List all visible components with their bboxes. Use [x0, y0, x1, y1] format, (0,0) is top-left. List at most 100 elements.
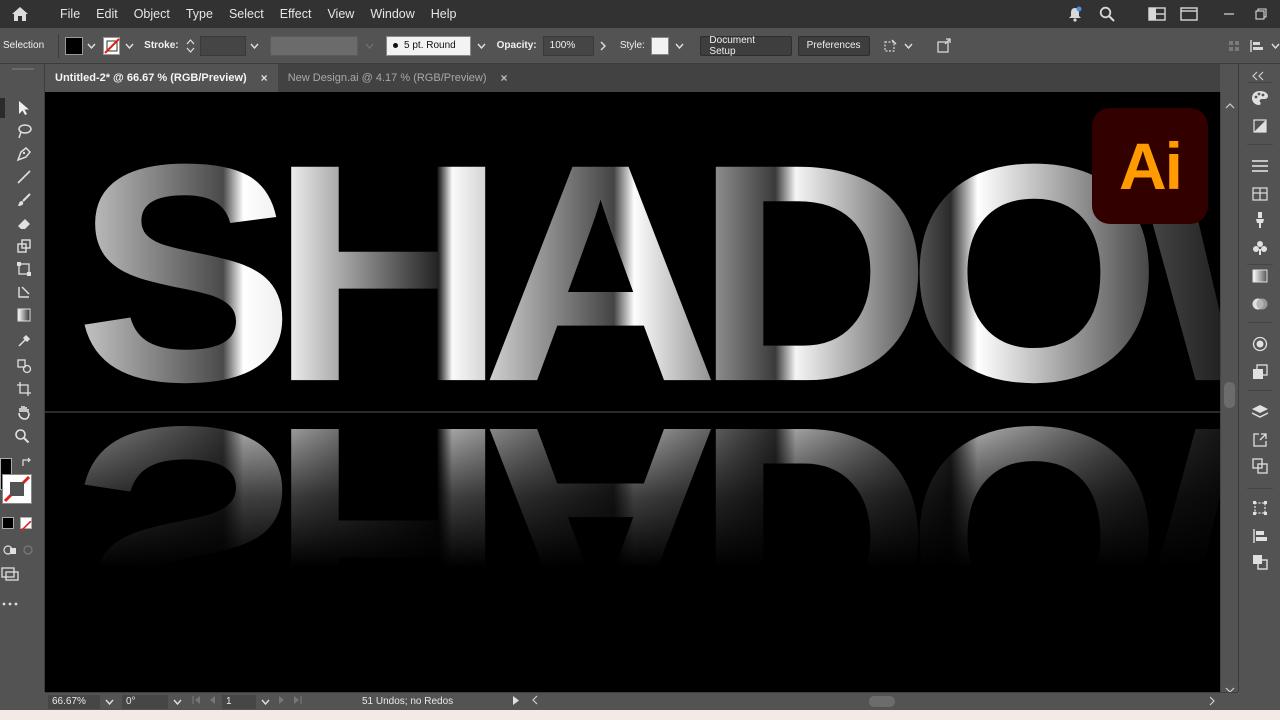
- hand-tool-icon[interactable]: [14, 402, 34, 422]
- color-mode-button[interactable]: [2, 517, 14, 529]
- menu-type[interactable]: Type: [178, 0, 221, 28]
- pathfinder-icon[interactable]: [1250, 552, 1270, 572]
- menu-effect[interactable]: Effect: [272, 0, 320, 28]
- artboard-tool-icon[interactable]: [14, 379, 34, 399]
- opacity-field[interactable]: 100%: [542, 35, 594, 56]
- eraser-tool-icon[interactable]: [14, 213, 34, 233]
- last-artboard-icon[interactable]: [292, 696, 302, 707]
- properties-icon[interactable]: [1250, 156, 1270, 176]
- graphic-styles-icon[interactable]: [1250, 362, 1270, 382]
- brush-definition-field[interactable]: 5 pt. Round: [386, 35, 471, 56]
- scroll-thumb[interactable]: [1224, 382, 1235, 408]
- align-options-icon[interactable]: [1248, 37, 1266, 55]
- arrange-documents-icon[interactable]: [1148, 5, 1166, 23]
- menu-view[interactable]: View: [319, 0, 362, 28]
- artboard-number-field[interactable]: 1: [222, 694, 256, 709]
- layers-icon[interactable]: [1250, 402, 1270, 422]
- align-grid-icon[interactable]: [1225, 37, 1243, 55]
- chevron-down-icon[interactable]: [1270, 41, 1280, 51]
- menu-edit[interactable]: Edit: [88, 0, 126, 28]
- swatches-icon[interactable]: [1250, 184, 1270, 204]
- tab-untitled-2[interactable]: Untitled-2* @ 66.67 % (RGB/Preview) ×: [45, 64, 278, 92]
- tab-new-design[interactable]: New Design.ai @ 4.17 % (RGB/Preview) ×: [278, 64, 518, 92]
- vertical-scrollbar[interactable]: [1220, 92, 1238, 693]
- lasso-tool-icon[interactable]: [14, 121, 34, 141]
- next-artboard-icon[interactable]: [278, 696, 286, 707]
- gradient-panel-icon[interactable]: [1250, 266, 1270, 286]
- first-artboard-icon[interactable]: [192, 696, 202, 707]
- scroll-right-icon[interactable]: [1209, 696, 1215, 709]
- close-icon[interactable]: ×: [261, 71, 268, 85]
- draw-behind-icon[interactable]: [18, 540, 38, 560]
- eyedropper-tool-icon[interactable]: [14, 331, 34, 351]
- symbols-icon[interactable]: [1250, 238, 1270, 258]
- export-asset-icon[interactable]: [1250, 430, 1270, 450]
- pen-tool-icon[interactable]: [14, 144, 34, 164]
- chevron-down-icon[interactable]: [104, 697, 114, 707]
- stroke-weight-field[interactable]: [200, 35, 246, 56]
- screen-mode-icon[interactable]: [0, 564, 20, 584]
- chevron-down-icon[interactable]: [364, 41, 374, 51]
- horizontal-scroll-thumb[interactable]: [869, 696, 895, 707]
- none-mode-button[interactable]: [20, 517, 32, 532]
- color-guide-icon[interactable]: [1250, 116, 1270, 136]
- chevron-down-icon[interactable]: [675, 41, 685, 51]
- chevron-down-icon[interactable]: [87, 41, 97, 51]
- menu-help[interactable]: Help: [423, 0, 465, 28]
- chevron-down-icon[interactable]: [477, 41, 487, 51]
- preferences-button[interactable]: Preferences: [797, 35, 870, 56]
- menu-select[interactable]: Select: [221, 0, 272, 28]
- chevron-down-icon[interactable]: [903, 41, 913, 51]
- paintbrush-tool-icon[interactable]: [14, 190, 34, 210]
- chevron-down-icon[interactable]: [260, 697, 270, 707]
- menu-window[interactable]: Window: [362, 0, 422, 28]
- search-icon[interactable]: [1098, 5, 1116, 23]
- graphic-style-swatch[interactable]: [650, 36, 669, 55]
- restore-window-icon[interactable]: [1252, 5, 1270, 23]
- status-menu-arrow-icon[interactable]: [512, 695, 520, 708]
- artboards-icon[interactable]: [1250, 456, 1270, 476]
- previous-artboard-icon[interactable]: [208, 696, 216, 707]
- fill-color-swatch[interactable]: [65, 36, 83, 55]
- transparency-icon[interactable]: [1250, 294, 1270, 314]
- home-button[interactable]: [0, 0, 40, 28]
- swap-fill-stroke-icon[interactable]: [20, 456, 34, 470]
- chevron-down-icon[interactable]: [250, 41, 260, 51]
- scroll-up-icon[interactable]: [1225, 96, 1235, 114]
- line-segment-tool-icon[interactable]: [14, 167, 34, 187]
- stroke-weight-stepper[interactable]: [185, 36, 197, 56]
- transform-panel-icon[interactable]: [1250, 498, 1270, 518]
- chevron-down-icon[interactable]: [172, 697, 182, 707]
- stroke-color-swatch[interactable]: [102, 36, 121, 55]
- zoom-tool-icon[interactable]: [12, 426, 32, 446]
- transform-options-icon[interactable]: [882, 37, 900, 55]
- collapse-panels-icon[interactable]: [1251, 68, 1265, 86]
- stroke-swatch[interactable]: [2, 474, 32, 504]
- document-setup-button[interactable]: Document Setup: [700, 35, 792, 57]
- draw-normal-icon[interactable]: [0, 540, 20, 560]
- free-transform-tool-icon[interactable]: [14, 259, 34, 279]
- variable-width-profile[interactable]: [269, 35, 359, 56]
- blend-tool-icon[interactable]: [14, 356, 34, 376]
- artboard-canvas[interactable]: SHADOW SHADOW Ai: [45, 92, 1220, 692]
- minimize-window-icon[interactable]: [1220, 5, 1238, 23]
- chevron-down-icon[interactable]: [124, 41, 134, 51]
- workspace-switcher-icon[interactable]: [1180, 5, 1198, 23]
- chevron-right-icon[interactable]: [598, 41, 608, 51]
- recolor-artwork-icon[interactable]: [935, 37, 953, 55]
- appearance-icon[interactable]: [1250, 334, 1270, 354]
- rotation-field[interactable]: 0°: [122, 694, 168, 709]
- gradient-tool-icon[interactable]: [14, 305, 34, 325]
- edit-toolbar-more-icon[interactable]: [0, 594, 20, 614]
- menu-object[interactable]: Object: [126, 0, 178, 28]
- scroll-left-icon[interactable]: [532, 695, 538, 708]
- color-palette-icon[interactable]: [1250, 88, 1270, 108]
- brushes-icon[interactable]: [1250, 210, 1270, 230]
- shape-builder-tool-icon[interactable]: [14, 282, 34, 302]
- selection-tool-icon[interactable]: [14, 98, 34, 118]
- close-icon[interactable]: ×: [501, 71, 508, 85]
- notification-bell-icon[interactable]: [1066, 5, 1084, 23]
- zoom-level-field[interactable]: 66.67%: [48, 694, 100, 709]
- scale-tool-icon[interactable]: [14, 236, 34, 256]
- menu-file[interactable]: File: [52, 0, 88, 28]
